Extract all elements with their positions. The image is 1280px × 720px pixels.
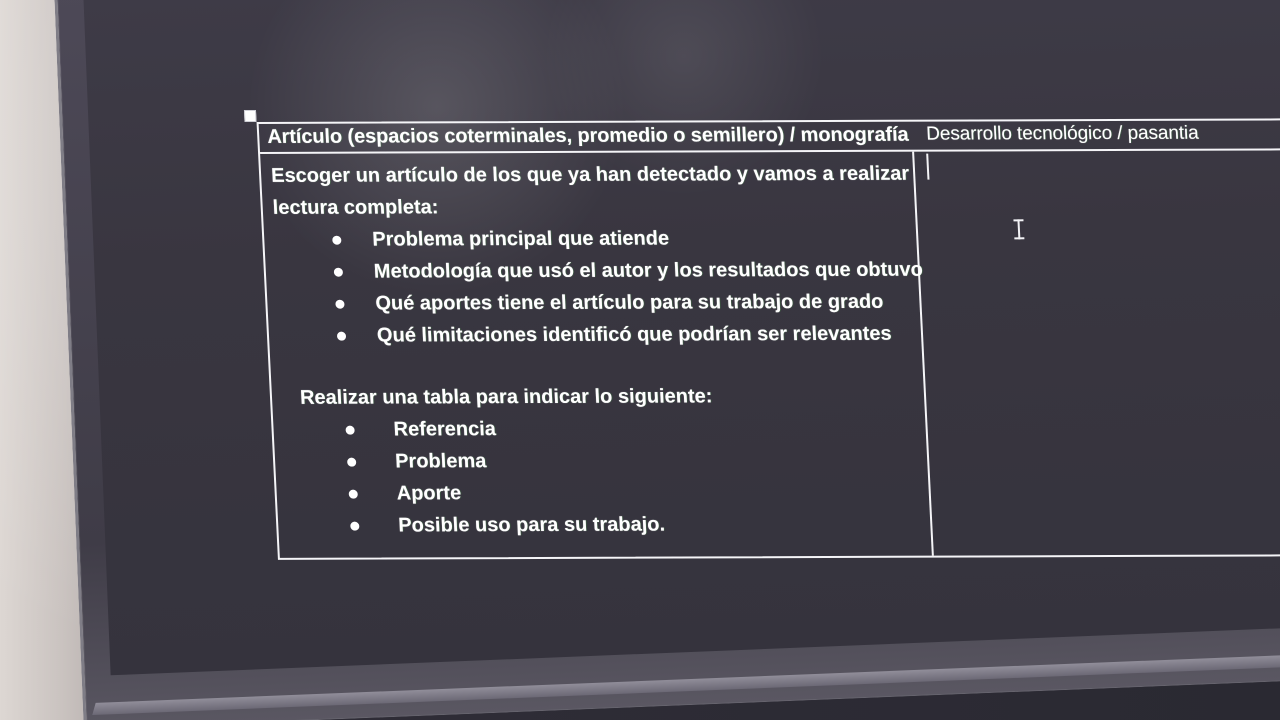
bullet-text: Referencia [393, 418, 497, 441]
monitor-frame: Artículo (espacios coterminales, promedi… [54, 0, 1280, 720]
bullet-icon [346, 457, 357, 467]
reading-checklist: Problema principal que atiende Metodolog… [274, 222, 923, 352]
document-table: Artículo (espacios coterminales, promedi… [243, 109, 1280, 560]
bullet-text: Qué limitaciones identificó que podrían … [376, 322, 893, 347]
list-item: Posible uso para su trabajo. [288, 508, 922, 542]
list-item: Aporte [286, 476, 920, 510]
text-cursor-icon [926, 153, 930, 180]
right-column-header: Desarrollo tecnológico / pasantia [925, 122, 1200, 145]
list-item: Qué aportes tiene el artículo para su tr… [277, 286, 911, 320]
left-column-header: Artículo (espacios coterminales, promedi… [266, 123, 910, 148]
bullet-icon [345, 425, 355, 435]
bullet-icon [348, 489, 358, 499]
bullet-text: Posible uso para su trabajo. [397, 513, 666, 537]
left-cell-content: Escoger un artículo de los que ya han de… [270, 158, 924, 542]
document-table-wrapper: Artículo (espacios coterminales, promedi… [243, 109, 1280, 560]
list-item: Referencia [283, 412, 917, 446]
list-item: Metodología que usó el autor y los resul… [275, 254, 923, 288]
bullet-text: Metodología que usó el autor y los resul… [373, 258, 924, 283]
bullet-icon [335, 299, 345, 309]
bullet-text: Problema principal que atiende [371, 227, 670, 251]
photo-scene: Artículo (espacios coterminales, promedi… [0, 0, 1280, 720]
bullet-icon [332, 235, 342, 245]
intro-line-1: Escoger un artículo de los que ya han de… [270, 162, 910, 187]
left-content-cell[interactable]: Escoger un artículo de los que ya han de… [260, 151, 934, 558]
section-title: Realizar una tabla para indicar lo sigui… [299, 385, 713, 409]
intro-line-2: lectura completa: [272, 196, 439, 219]
list-item: Qué limitaciones identificó que podrían … [278, 318, 912, 352]
bullet-text: Problema [394, 450, 487, 473]
table-body-row: Escoger un artículo de los que ya han de… [260, 150, 1280, 558]
bullet-icon [333, 267, 344, 277]
right-content-cell[interactable] [914, 150, 1280, 556]
monitor-screen: Artículo (espacios coterminales, promedi… [83, 0, 1280, 676]
bullet-icon [336, 331, 347, 341]
table-header-row: Artículo (espacios coterminales, promedi… [258, 120, 1280, 154]
i-beam-cursor-icon [1013, 219, 1024, 239]
list-item: Problema principal que atiende [274, 222, 908, 256]
list-item: Problema [284, 444, 918, 478]
table-move-handle[interactable] [243, 109, 257, 123]
bullet-text: Aporte [396, 482, 462, 505]
summary-fields-list: Referencia Problema Aporte Posible uso p… [283, 412, 921, 542]
bullet-icon [350, 521, 360, 531]
bullet-text: Qué aportes tiene el artículo para su tr… [374, 290, 884, 315]
